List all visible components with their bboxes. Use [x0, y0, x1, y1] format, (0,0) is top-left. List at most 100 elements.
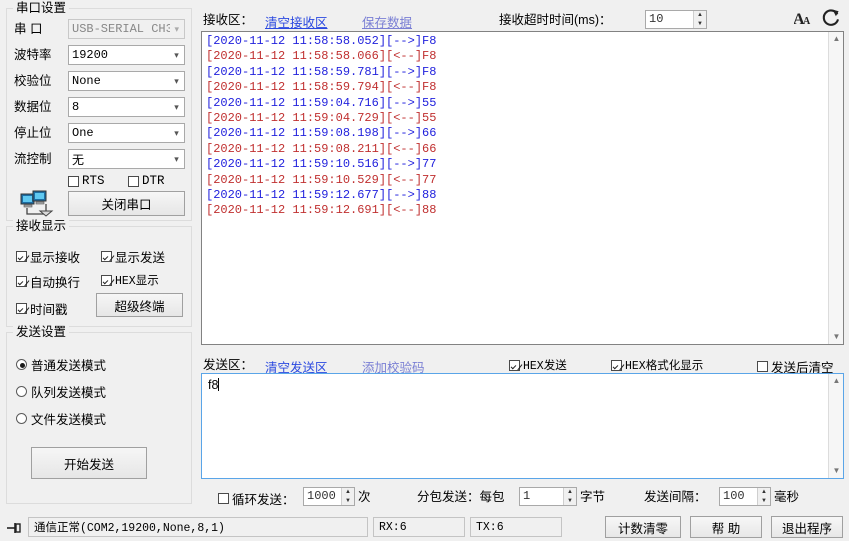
cycle-count-spinner[interactable]: 1000 ▲ ▼: [303, 487, 355, 506]
spinner-up-icon[interactable]: ▲: [758, 488, 770, 497]
checkbox-box: [101, 274, 112, 286]
stopbits-select[interactable]: One ▾: [68, 123, 185, 143]
parity-value: None: [72, 74, 101, 88]
checkbox-box: [611, 359, 622, 371]
help-label: 帮 助: [711, 521, 741, 536]
rx-count: RX:6: [379, 520, 407, 534]
send-scrollbar[interactable]: ▲ ▼: [828, 374, 843, 478]
log-line: [2020-11-12 11:58:58.052][-->]F8: [206, 34, 437, 48]
serial-debug-assistant-window: 串口设置 串 口 波特率 校验位 数据位 停止位 流控制 USB-SERIAL …: [0, 0, 849, 541]
baud-select[interactable]: 19200 ▾: [68, 45, 185, 65]
chevron-down-icon: ▾: [174, 24, 180, 34]
queue-send-mode-radio[interactable]: 队列发送模式: [16, 382, 106, 401]
spinner-up-icon[interactable]: ▲: [694, 11, 706, 20]
receive-timeout-value: 10: [649, 12, 664, 26]
receive-scrollbar[interactable]: ▲ ▼: [828, 32, 843, 344]
hyper-terminal-button[interactable]: 超级终端: [96, 293, 183, 317]
flow-control-value: 无: [72, 153, 85, 168]
pin-icon[interactable]: [6, 522, 22, 534]
log-line: [2020-11-12 11:58:59.781][-->]F8: [206, 64, 437, 79]
receive-textarea[interactable]: [2020-11-12 11:58:58.052][-->]F8 [2020-11…: [201, 31, 844, 345]
spinner-down-icon[interactable]: ▼: [342, 497, 354, 506]
scroll-up-icon[interactable]: ▲: [829, 374, 843, 388]
close-port-button[interactable]: 关闭串口: [68, 191, 185, 216]
port-select[interactable]: USB-SERIAL CH3 ▾: [68, 19, 185, 39]
show-receive-checkbox[interactable]: 显示接收: [16, 247, 80, 266]
help-button[interactable]: 帮 助: [690, 516, 762, 538]
flow-control-select[interactable]: 无 ▾: [68, 149, 185, 169]
timestamp-checkbox[interactable]: 时间戳: [16, 299, 68, 318]
start-send-label: 开始发送: [63, 457, 114, 472]
scroll-up-icon[interactable]: ▲: [829, 32, 843, 46]
refresh-icon[interactable]: [821, 8, 841, 28]
log-line: [2020-11-12 11:58:59.794][<--]F8: [206, 80, 437, 95]
packet-size-value: 1: [523, 489, 531, 503]
hex-send-label: HEX发送: [523, 360, 567, 373]
scroll-down-icon[interactable]: ▼: [829, 330, 843, 344]
log-line: [2020-11-12 11:59:08.198][-->]66: [206, 126, 437, 141]
spinner-buttons[interactable]: ▲ ▼: [757, 488, 770, 505]
hex-display-checkbox[interactable]: HEX显示: [101, 272, 159, 288]
spinner-down-icon[interactable]: ▼: [564, 497, 576, 506]
hex-send-checkbox[interactable]: HEX发送: [509, 357, 567, 373]
packet-size-spinner[interactable]: 1 ▲ ▼: [519, 487, 577, 506]
checkbox-box: [68, 175, 79, 187]
spinner-down-icon[interactable]: ▼: [758, 497, 770, 506]
two-computers-network-icon: [20, 190, 58, 218]
chevron-down-icon: ▾: [174, 102, 179, 112]
tx-count: TX:6: [476, 520, 504, 534]
checkbox-box: [218, 493, 229, 504]
flowctrl-label: 流控制: [14, 152, 52, 166]
show-send-label: 显示发送: [115, 251, 166, 265]
send-interval-label: 发送间隔：: [644, 490, 707, 504]
send-textarea[interactable]: f8 ▲ ▼: [201, 373, 844, 479]
clear-counter-label: 计数清零: [617, 521, 668, 536]
file-send-mode-label: 文件发送模式: [31, 413, 107, 427]
spinner-buttons[interactable]: ▲ ▼: [693, 11, 706, 28]
cycle-send-checkbox[interactable]: 循环发送：: [218, 489, 295, 508]
databits-select[interactable]: 8 ▾: [68, 97, 185, 117]
exit-program-button[interactable]: 退出程序: [771, 516, 843, 538]
port-label: 串 口: [14, 22, 43, 36]
scroll-down-icon[interactable]: ▼: [829, 464, 843, 478]
spinner-up-icon[interactable]: ▲: [564, 488, 576, 497]
chevron-down-icon: ▾: [174, 50, 179, 60]
checkbox-box: [101, 251, 112, 262]
show-send-checkbox[interactable]: 显示发送: [101, 247, 165, 266]
receive-timeout-spinner[interactable]: 10 ▲ ▼: [645, 10, 707, 29]
spinner-down-icon[interactable]: ▼: [694, 20, 706, 29]
dtr-checkbox[interactable]: DTR: [128, 174, 165, 188]
baud-label: 波特率: [14, 48, 52, 62]
chevron-down-icon: ▾: [174, 76, 179, 86]
stopbits-value: One: [72, 126, 94, 140]
font-size-icon[interactable]: A A: [794, 9, 814, 27]
checkbox-box: [128, 175, 139, 187]
stopbits-label: 停止位: [14, 126, 52, 140]
auto-wrap-label: 自动换行: [30, 276, 81, 290]
receive-display-title: 接收显示: [13, 219, 70, 233]
cycle-count-value: 1000: [307, 489, 336, 503]
rts-checkbox[interactable]: RTS: [68, 174, 105, 188]
save-data-link[interactable]: 保存数据: [362, 12, 412, 31]
spinner-buttons[interactable]: ▲ ▼: [563, 488, 576, 505]
log-line: [2020-11-12 11:59:04.716][-->]55: [206, 95, 437, 110]
spinner-up-icon[interactable]: ▲: [342, 488, 354, 497]
log-line: [2020-11-12 11:59:10.516][-->]77: [206, 157, 437, 172]
parity-select[interactable]: None ▾: [68, 71, 185, 91]
normal-send-mode-radio[interactable]: 普通发送模式: [16, 355, 106, 374]
radio-circle: [16, 413, 27, 424]
show-receive-label: 显示接收: [30, 251, 81, 265]
clear-counter-button[interactable]: 计数清零: [605, 516, 681, 538]
spinner-buttons[interactable]: ▲ ▼: [341, 488, 354, 505]
start-send-button[interactable]: 开始发送: [31, 447, 147, 479]
auto-wrap-checkbox[interactable]: 自动换行: [16, 272, 80, 291]
databits-label: 数据位: [14, 100, 52, 114]
hex-format-display-checkbox[interactable]: HEX格式化显示: [611, 357, 703, 373]
send-area-label: 发送区：: [203, 358, 254, 372]
packet-send-label: 分包发送：每包: [417, 490, 505, 504]
send-interval-spinner[interactable]: 100 ▲ ▼: [719, 487, 771, 506]
tx-count-field: TX:6: [470, 517, 562, 537]
file-send-mode-radio[interactable]: 文件发送模式: [16, 409, 106, 428]
cycle-count-unit: 次: [358, 490, 371, 504]
clear-receive-link[interactable]: 清空接收区: [265, 12, 328, 31]
